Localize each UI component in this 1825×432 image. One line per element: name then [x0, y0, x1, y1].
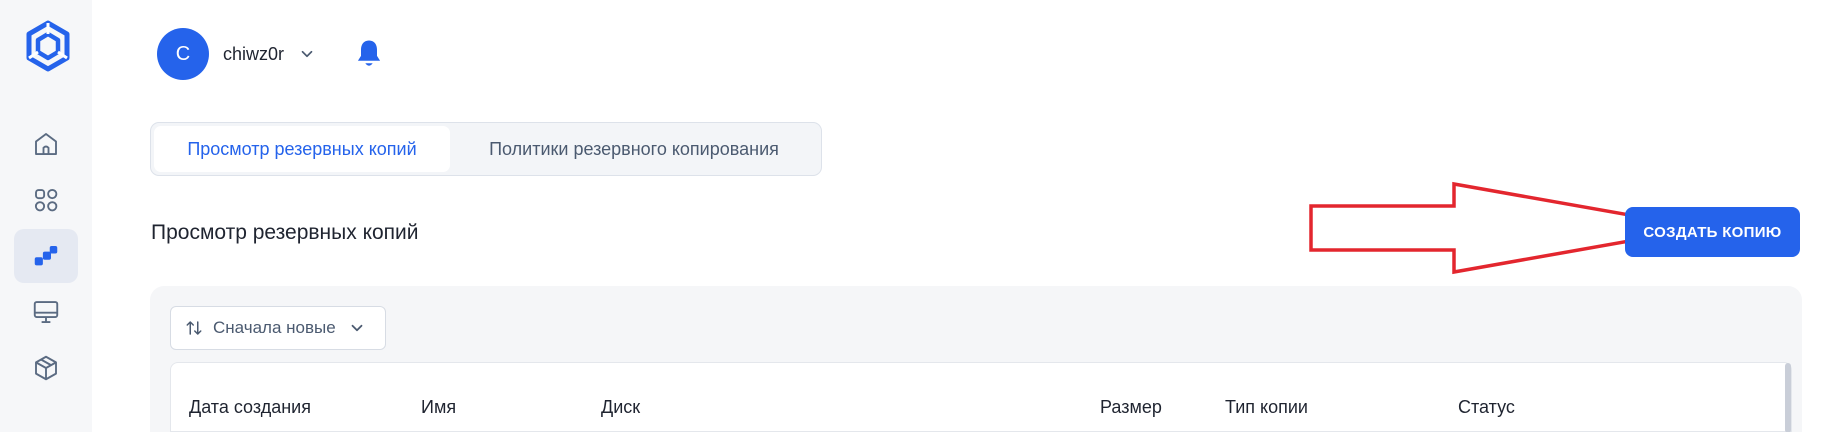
- tab-view-backups[interactable]: Просмотр резервных копий: [154, 126, 450, 172]
- backup-icon: [34, 246, 58, 266]
- sidebar: [0, 0, 92, 432]
- scrollbar[interactable]: [1785, 363, 1791, 432]
- sort-label: Сначала новые: [213, 318, 336, 337]
- sidebar-item-home[interactable]: [14, 117, 78, 171]
- column-header-disk[interactable]: Диск: [601, 397, 640, 418]
- sidebar-item-servers[interactable]: [14, 285, 78, 339]
- bell-icon[interactable]: [354, 38, 384, 70]
- column-header-type[interactable]: Тип копии: [1225, 397, 1308, 418]
- avatar: C: [157, 28, 209, 80]
- chevron-down-icon: [351, 324, 363, 332]
- column-header-name[interactable]: Имя: [421, 397, 456, 418]
- apps-grid-icon: [34, 188, 58, 212]
- sort-arrows-icon: [186, 321, 202, 335]
- cube-icon: [35, 355, 57, 381]
- user-menu[interactable]: C chiwz0r: [157, 28, 316, 80]
- column-header-status[interactable]: Статус: [1458, 397, 1515, 418]
- chevron-down-icon: [301, 50, 313, 58]
- sidebar-item-storage[interactable]: [14, 341, 78, 395]
- main-content: C chiwz0r Просмотр резервных копий Полит…: [92, 0, 1825, 432]
- column-header-created[interactable]: Дата создания: [189, 397, 311, 418]
- sidebar-item-backups[interactable]: [14, 229, 78, 283]
- sort-dropdown[interactable]: Сначала новые: [170, 306, 386, 350]
- monitor-icon: [33, 301, 59, 323]
- sidebar-item-apps[interactable]: [14, 173, 78, 227]
- username: chiwz0r: [223, 43, 285, 64]
- logo-icon[interactable]: [24, 20, 72, 72]
- backups-table: Дата создания Имя Диск Размер Тип копии …: [170, 362, 1792, 432]
- column-header-size[interactable]: Размер: [1100, 397, 1162, 418]
- home-icon: [35, 133, 57, 155]
- tab-backup-policies[interactable]: Политики резервного копирования: [450, 126, 818, 172]
- create-backup-button[interactable]: СОЗДАТЬ КОПИЮ: [1625, 207, 1800, 257]
- tabs: Просмотр резервных копий Политики резерв…: [150, 122, 822, 176]
- backups-panel: Сначала новые Дата создания Имя Диск Раз…: [150, 286, 1802, 432]
- page-title: Просмотр резервных копий: [151, 221, 419, 244]
